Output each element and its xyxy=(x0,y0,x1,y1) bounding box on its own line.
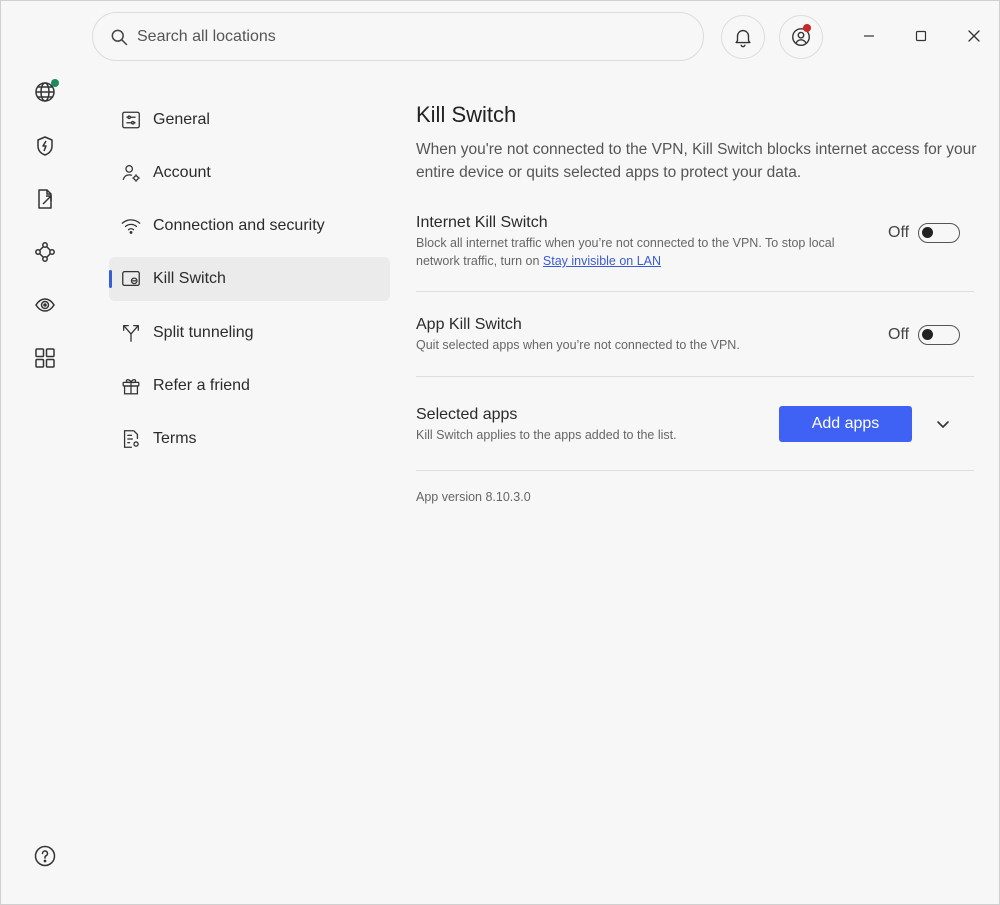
stay-invisible-link[interactable]: Stay invisible on LAN xyxy=(543,254,661,268)
add-apps-button[interactable]: Add apps xyxy=(779,406,912,442)
nav-item-label: Account xyxy=(153,164,211,181)
chevron-down-icon xyxy=(937,421,949,428)
help-icon xyxy=(34,845,56,867)
expand-apps-button[interactable] xyxy=(933,414,953,434)
app-version: App version 8.10.3.0 xyxy=(416,490,531,504)
app-kill-switch-toggle[interactable] xyxy=(918,325,961,345)
nav-item-split-tunneling[interactable]: Split tunneling xyxy=(109,311,390,355)
rail-apps-button[interactable] xyxy=(31,344,59,372)
nav-item-label: Split tunneling xyxy=(153,324,254,341)
profile-alert-dot xyxy=(803,24,811,32)
nav-item-refer-friend[interactable]: Refer a friend xyxy=(109,364,390,408)
rail-dark-web-monitor-button[interactable] xyxy=(31,291,59,319)
internet-kill-switch-description: Block all internet traffic when you’re n… xyxy=(416,234,856,270)
minimize-button[interactable] xyxy=(854,21,884,51)
kill-switch-icon xyxy=(122,271,140,287)
search-icon xyxy=(111,29,128,45)
nav-item-connection-security[interactable]: Connection and security xyxy=(109,204,390,248)
app-kill-switch-toggle-group: Off xyxy=(888,325,961,345)
nav-item-account[interactable]: Account xyxy=(109,151,390,195)
rail-help-button[interactable] xyxy=(31,842,59,870)
search-input[interactable] xyxy=(137,27,657,46)
profile-button[interactable] xyxy=(779,15,823,59)
radar-icon xyxy=(35,298,55,312)
connection-status-dot xyxy=(51,79,59,87)
close-icon xyxy=(968,30,980,42)
nav-item-general[interactable]: General xyxy=(109,98,390,142)
nav-item-label: General xyxy=(153,111,210,128)
search-bar[interactable] xyxy=(92,12,704,61)
document-gear-icon xyxy=(123,430,139,448)
meshnet-icon xyxy=(35,242,55,262)
bell-icon xyxy=(735,29,751,48)
nav-item-label: Kill Switch xyxy=(153,270,226,287)
toggle-knob xyxy=(922,329,934,340)
user-gear-icon xyxy=(122,165,140,182)
nav-item-label: Connection and security xyxy=(153,217,325,234)
sliders-icon xyxy=(122,111,140,129)
rail-threat-protection-button[interactable] xyxy=(31,132,59,160)
divider xyxy=(416,291,974,292)
selected-apps-description: Kill Switch applies to the apps added to… xyxy=(416,428,677,442)
page-title: Kill Switch xyxy=(416,102,517,127)
minimize-icon xyxy=(864,35,874,37)
divider xyxy=(416,376,974,377)
nav-item-kill-switch[interactable]: Kill Switch xyxy=(109,257,390,301)
nav-item-label: Refer a friend xyxy=(153,377,250,394)
divider xyxy=(416,470,974,471)
rail-file-share-button[interactable] xyxy=(31,185,59,213)
app-kill-switch-title: App Kill Switch xyxy=(416,316,522,333)
file-share-icon xyxy=(38,189,52,209)
nav-item-label: Terms xyxy=(153,430,197,447)
maximize-button[interactable] xyxy=(906,21,936,51)
toggle-knob xyxy=(922,227,934,238)
internet-kill-switch-toggle-group: Off xyxy=(888,223,961,243)
split-arrows-icon xyxy=(123,325,139,342)
app-window: General Account Connection and security … xyxy=(0,0,1000,905)
app-kill-switch-description: Quit selected apps when you’re not conne… xyxy=(416,338,740,352)
rail-globe-button[interactable] xyxy=(31,78,59,106)
grid-icon xyxy=(35,348,55,368)
shield-bolt-icon xyxy=(37,136,53,156)
nav-item-terms[interactable]: Terms xyxy=(109,417,390,461)
page-description: When you're not connected to the VPN, Ki… xyxy=(416,141,977,181)
internet-kill-switch-title: Internet Kill Switch xyxy=(416,214,548,231)
internet-kill-switch-toggle[interactable] xyxy=(918,223,961,243)
notifications-button[interactable] xyxy=(721,15,765,59)
close-button[interactable] xyxy=(959,21,989,51)
gift-icon xyxy=(122,379,140,395)
wifi-icon xyxy=(121,219,141,234)
maximize-icon xyxy=(915,30,927,42)
rail-meshnet-button[interactable] xyxy=(31,238,59,266)
selected-apps-title: Selected apps xyxy=(416,406,518,423)
internet-kill-switch-state: Off xyxy=(888,224,910,241)
app-kill-switch-state: Off xyxy=(888,326,910,343)
